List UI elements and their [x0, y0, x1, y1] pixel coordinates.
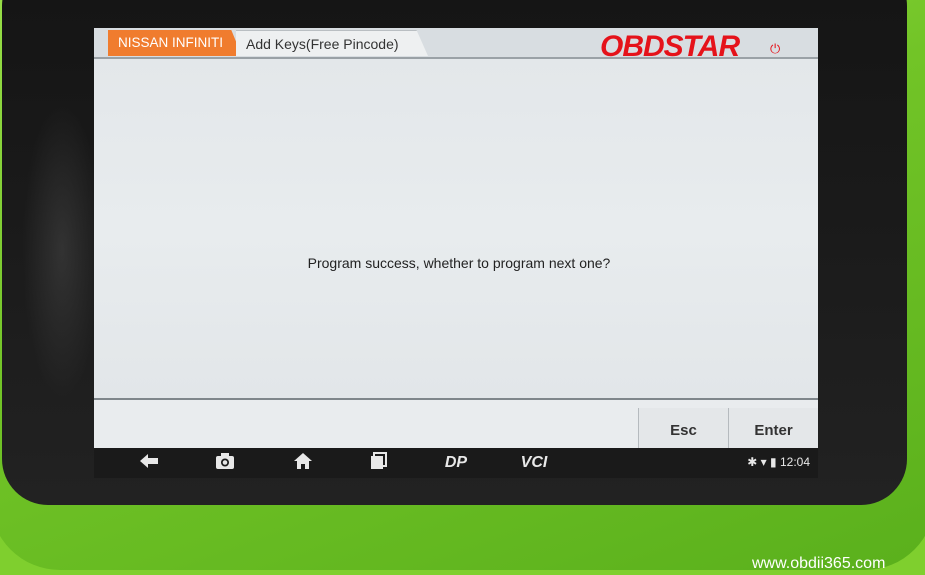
content-area: Program success, whether to program next…	[94, 59, 818, 399]
status-area: ✱ ▾ ▮ 12:04	[747, 455, 810, 469]
button-bar: Esc Enter	[94, 400, 818, 454]
device-screen: NISSAN INFINITI Add Keys(Free Pincode) P…	[94, 28, 818, 478]
camera-icon[interactable]	[212, 452, 238, 474]
dp-button[interactable]: DP	[438, 452, 474, 474]
back-arrow-icon[interactable]	[134, 452, 164, 474]
battery-icon: ▮	[770, 455, 777, 469]
obdstar-logo: OBDSTAR	[600, 30, 740, 63]
vci-button[interactable]: VCI	[514, 452, 554, 474]
watermark: www.obdii365.com	[752, 555, 886, 572]
tab-function[interactable]: Add Keys(Free Pincode)	[236, 30, 428, 56]
home-icon[interactable]	[290, 452, 316, 474]
status-time: 12:04	[779, 455, 810, 469]
power-icon: ⏻	[770, 41, 781, 56]
dialog-message: Program success, whether to program next…	[307, 255, 611, 271]
recent-apps-icon[interactable]	[366, 452, 392, 474]
wifi-icon: ▾	[760, 455, 767, 469]
screen-glare	[22, 100, 102, 400]
bluetooth-icon: ✱	[747, 455, 758, 469]
android-nav-bar: DP VCI ✱ ▾ ▮ 12:04	[94, 448, 818, 478]
tab-brand[interactable]: NISSAN INFINITI	[108, 30, 242, 56]
